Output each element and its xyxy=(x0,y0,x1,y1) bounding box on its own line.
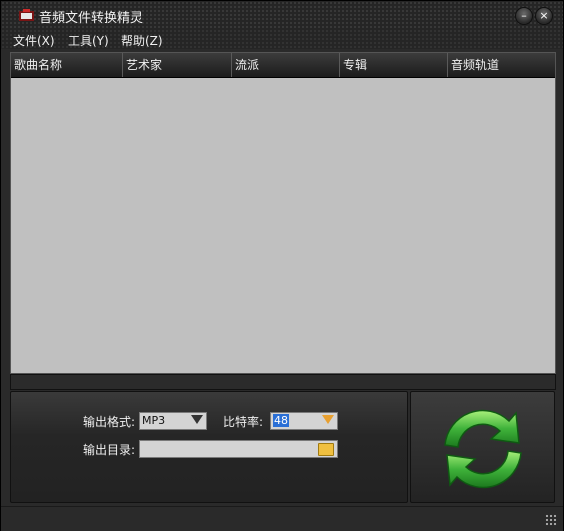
bitrate-label: 比特率: xyxy=(223,415,264,429)
column-header-genre[interactable]: 流派 xyxy=(232,53,340,77)
refresh-arrows-icon xyxy=(444,409,522,489)
menu-file[interactable]: 文件(X) xyxy=(13,32,55,49)
folder-icon[interactable] xyxy=(318,443,334,456)
column-header-song[interactable]: 歌曲名称 xyxy=(11,53,123,77)
menu-help[interactable]: 帮助(Z) xyxy=(121,32,163,49)
output-dir-field[interactable] xyxy=(139,440,338,458)
bitrate-value: 48 xyxy=(273,414,289,427)
song-list[interactable]: 歌曲名称 艺术家 流派 专辑 音频轨道 xyxy=(10,52,556,374)
minimize-icon: – xyxy=(521,9,527,22)
close-button[interactable]: × xyxy=(535,7,553,25)
format-select[interactable]: MP3 xyxy=(139,412,207,430)
minimize-button[interactable]: – xyxy=(515,7,533,25)
output-dir-label: 输出目录: xyxy=(83,443,136,457)
menu-tools[interactable]: 工具(Y) xyxy=(68,32,109,49)
column-header-artist[interactable]: 艺术家 xyxy=(123,53,232,77)
window-title: 音頻文件转换精灵 xyxy=(39,11,144,26)
status-bar xyxy=(1,506,563,531)
bitrate-select[interactable]: 48 xyxy=(270,412,338,430)
column-header-album[interactable]: 专辑 xyxy=(340,53,448,77)
column-header-track[interactable]: 音频轨道 xyxy=(448,53,555,77)
menu-bar: 文件(X) 工具(Y) 帮助(Z) xyxy=(1,29,563,49)
convert-button[interactable] xyxy=(410,391,555,503)
resize-grip-icon[interactable] xyxy=(545,514,557,526)
close-icon: × xyxy=(539,9,549,22)
list-header: 歌曲名称 艺术家 流派 专辑 音频轨道 xyxy=(11,53,555,78)
title-bar[interactable]: 音頻文件转换精灵 – × xyxy=(1,1,563,29)
chevron-down-icon xyxy=(322,415,334,424)
app-icon xyxy=(19,9,34,21)
format-label: 输出格式: xyxy=(83,415,136,429)
format-value: MP3 xyxy=(142,414,166,427)
settings-panel: 输出格式: MP3 比特率: 48 输出目录: xyxy=(10,391,408,503)
app-window: 音頻文件转换精灵 – × 文件(X) 工具(Y) 帮助(Z) 歌曲名称 艺术家 … xyxy=(0,0,564,531)
chevron-down-icon xyxy=(191,415,203,424)
horizontal-scrollbar[interactable] xyxy=(10,374,556,390)
